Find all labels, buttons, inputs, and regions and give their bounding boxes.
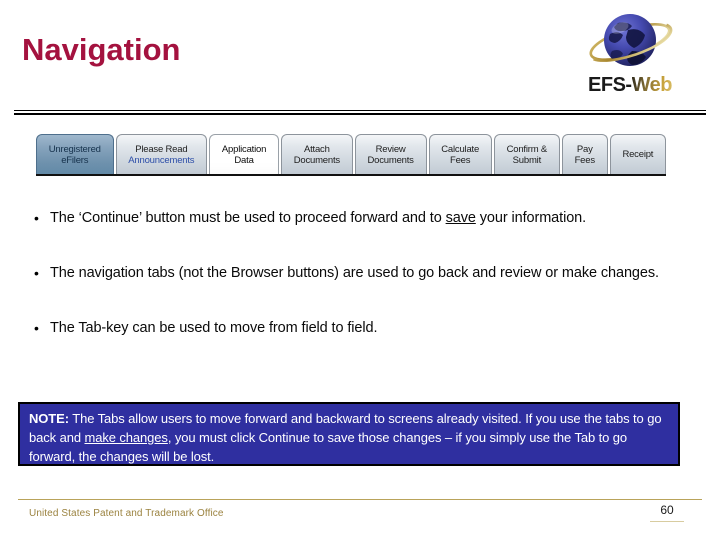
tab-label-line1: Application xyxy=(221,143,267,155)
tab-label-line1: Unregistered xyxy=(48,143,101,155)
bullet-text-post: your information. xyxy=(475,210,587,226)
tab-please-read-announcements[interactable]: Please Read Announcements xyxy=(115,134,208,174)
page-number-underline xyxy=(650,521,684,522)
header-divider xyxy=(14,110,706,115)
tab-label-line1: Confirm & xyxy=(506,143,548,155)
efs-web-logo: EFS-Web xyxy=(565,6,695,106)
tab-review-documents[interactable]: Review Documents xyxy=(354,134,427,174)
tab-label-line1: Pay xyxy=(576,143,593,155)
tab-receipt[interactable]: Receipt xyxy=(609,134,667,174)
list-item: • The navigation tabs (not the Browser b… xyxy=(30,263,690,284)
tab-calculate-fees[interactable]: Calculate Fees xyxy=(428,134,492,174)
tab-label-line2: Data xyxy=(234,154,254,166)
tab-label-line2: eFilers xyxy=(61,154,89,166)
logo-text-web: Web xyxy=(631,74,673,96)
bullet-text: The Tab-key can be used to move from fie… xyxy=(50,318,378,339)
list-item: • The ‘Continue’ button must be used to … xyxy=(30,208,690,229)
logo-wordmark: EFS-Web xyxy=(565,74,695,96)
bullet-marker: • xyxy=(34,210,39,226)
note-callout: NOTE: The Tabs allow users to move forwa… xyxy=(18,402,680,466)
bullet-list: • The ‘Continue’ button must be used to … xyxy=(30,208,690,369)
tab-label-line2: Submit xyxy=(512,154,542,166)
tab-label-line1: Attach xyxy=(303,143,330,155)
tab-label-line1: Review xyxy=(375,143,406,155)
tab-attach-documents[interactable]: Attach Documents xyxy=(280,134,353,174)
tab-unregistered-efilers[interactable]: Unregistered eFilers xyxy=(36,134,114,174)
bullet-text-pre: The Tab-key can be used to move from fie… xyxy=(50,320,378,336)
footer-organization: United States Patent and Trademark Offic… xyxy=(29,508,224,519)
tab-label-line2: Fees xyxy=(574,154,596,166)
globe-icon xyxy=(565,6,695,74)
tab-label-line1: Receipt xyxy=(622,149,654,160)
page-title: Navigation xyxy=(22,32,181,67)
note-text: NOTE: The Tabs allow users to move forwa… xyxy=(29,409,669,466)
logo-text-efs: EFS- xyxy=(588,74,632,96)
bullet-text-pre: The navigation tabs (not the Browser but… xyxy=(50,265,659,281)
tab-label-line2: Announcements xyxy=(128,154,195,166)
bullet-marker: • xyxy=(34,320,39,336)
tab-confirm-submit[interactable]: Confirm & Submit xyxy=(493,134,560,174)
tab-label-line2: Fees xyxy=(450,154,471,166)
bullet-text: The ‘Continue’ button must be used to pr… xyxy=(50,208,586,229)
bullet-text-underlined: save xyxy=(445,210,476,226)
list-item: • The Tab-key can be used to move from f… xyxy=(30,318,690,339)
tab-label-line2: Documents xyxy=(293,154,340,166)
bullet-marker: • xyxy=(34,265,39,281)
navigation-tabs[interactable]: Unregistered eFilers Please Read Announc… xyxy=(36,134,667,176)
tab-label-line1: Calculate xyxy=(441,143,480,155)
tab-application-data[interactable]: Application Data xyxy=(209,134,279,174)
page-number: 60 xyxy=(660,503,674,517)
note-underlined: make changes xyxy=(84,430,168,445)
bullet-text-pre: The ‘Continue’ button must be used to pr… xyxy=(50,210,446,226)
tab-pay-fees[interactable]: Pay Fees xyxy=(561,134,608,174)
note-label: NOTE: xyxy=(29,411,69,426)
tab-label-line2: Documents xyxy=(367,154,414,166)
bullet-text: The navigation tabs (not the Browser but… xyxy=(50,263,659,284)
footer-divider xyxy=(18,499,702,500)
tab-label-line1: Please Read xyxy=(135,143,188,155)
